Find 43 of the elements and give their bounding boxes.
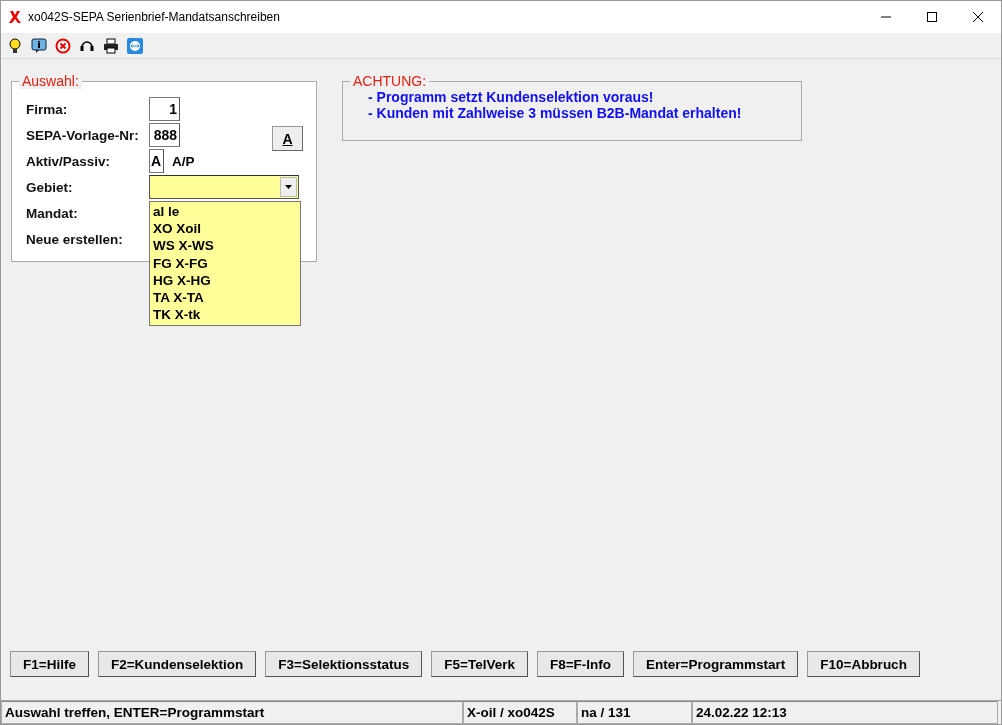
notice-text: - Kunden mit Zahlweise 3 müssen B2B-Mandat erhalten! xyxy=(368,105,743,121)
number-field[interactable]: 1 xyxy=(149,97,180,121)
panel-title: Auswahl: xyxy=(19,73,82,89)
maximize-icon xyxy=(927,12,937,22)
cancel-icon[interactable] xyxy=(54,36,72,55)
field-label: Firma: xyxy=(26,101,69,117)
caret-icon[interactable] xyxy=(280,177,297,197)
field-label: Neue erstellen: xyxy=(26,231,124,247)
status-text: na / 131 xyxy=(577,701,692,724)
lightbulb-icon[interactable] xyxy=(6,36,24,55)
field-label: SEPA-Vorlage-Nr: xyxy=(26,127,140,143)
function-button[interactable]: F1=Hilfe xyxy=(10,651,89,677)
info-icon[interactable] xyxy=(30,36,48,55)
remote-icon[interactable] xyxy=(126,36,144,55)
dropdown-option[interactable]: WS X-WS xyxy=(153,237,300,255)
dropdown-option[interactable]: FG X-FG xyxy=(153,254,300,272)
notice-text: - Programm setzt Kundenselektion voraus! xyxy=(368,89,655,105)
logo-icon xyxy=(9,10,21,24)
notice-title: ACHTUNG: xyxy=(350,73,430,89)
flag-field[interactable]: A xyxy=(149,149,164,173)
window-title: xo042S-SEPA Serienbrief-Mandatsanschreiben xyxy=(28,10,281,24)
status-text: 24.02.22 12:13 xyxy=(692,701,998,724)
field-label: Mandat: xyxy=(26,205,79,221)
a-button[interactable]: A xyxy=(272,126,303,151)
field-label: Gebiet: xyxy=(26,179,74,195)
field-label: Aktiv/Passiv: xyxy=(26,153,112,169)
function-button[interactable]: Enter=Programmstart xyxy=(633,651,799,677)
status-text: Auswahl treffen, ENTER=Programmstart xyxy=(1,701,463,724)
printer-icon[interactable] xyxy=(102,36,120,55)
number-field[interactable]: 888 xyxy=(149,123,180,147)
dropdown-option[interactable]: HG X-HG xyxy=(153,271,300,289)
dropdown-option[interactable]: XO Xoil xyxy=(153,220,300,238)
function-button[interactable]: F10=Abbruch xyxy=(807,651,920,677)
dropdown-option[interactable]: TA X-TA xyxy=(153,289,300,307)
close-icon xyxy=(973,12,983,22)
dropdown-option[interactable]: al le xyxy=(153,203,300,221)
status-text: X-oil / xo042S xyxy=(463,701,577,724)
field-hint: A/P xyxy=(172,153,195,169)
dropdown-option[interactable]: TK X-tk xyxy=(153,306,300,324)
function-button[interactable]: F2=Kundenselektion xyxy=(97,651,257,677)
function-button[interactable]: F3=Selektionsstatus xyxy=(265,651,423,677)
function-button[interactable]: F5=TelVerk xyxy=(431,651,528,677)
function-button[interactable]: F8=F-Info xyxy=(536,651,625,677)
